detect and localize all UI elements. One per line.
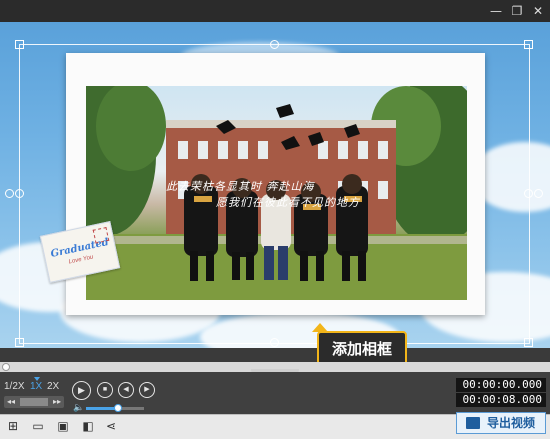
total-time: 00:00:08.000 (456, 393, 546, 407)
save-icon[interactable]: ▣ (56, 419, 70, 433)
resize-handle-right[interactable] (524, 189, 533, 198)
export-video-button[interactable]: 导出视频 (456, 412, 546, 434)
volume-slider[interactable] (86, 404, 144, 412)
previous-frame-icon[interactable]: ◀ (118, 382, 134, 398)
save-as-icon[interactable]: ◧ (81, 419, 95, 433)
resize-handle-right-outer[interactable] (534, 189, 543, 198)
stop-icon[interactable]: ■ (97, 382, 113, 398)
frame-stepper[interactable]: ◂◂ ▸▸ (4, 396, 64, 408)
new-project-icon[interactable]: ⊞ (6, 419, 20, 433)
open-folder-icon[interactable]: ▭ (31, 419, 45, 433)
resize-handle-left[interactable] (15, 189, 24, 198)
export-label: 导出视频 (487, 416, 536, 430)
speed-half[interactable]: 1/2X (4, 381, 25, 392)
resize-handle-bottom-left[interactable] (15, 338, 24, 347)
volume-icon[interactable]: 🔈 (73, 403, 84, 413)
minimize-icon[interactable]: — (488, 3, 504, 19)
next-frame-icon[interactable]: ▶ (139, 382, 155, 398)
current-time: 00:00:00.000 (456, 378, 546, 392)
resize-handle-top-right[interactable] (524, 40, 533, 49)
resize-handle-top[interactable] (270, 40, 279, 49)
title-bar: — ❐ ✕ (0, 0, 550, 22)
selection-box (19, 44, 530, 344)
play-icon[interactable]: ▶ (72, 381, 91, 400)
speed-normal[interactable]: 1X (30, 381, 42, 392)
step-forward-icon[interactable]: ▸▸ (53, 396, 61, 408)
step-slider[interactable] (20, 398, 48, 406)
resize-handle-top-left[interactable] (15, 40, 24, 49)
speed-double[interactable]: 2X (47, 381, 59, 392)
volume-knob[interactable] (113, 404, 122, 412)
close-icon[interactable]: ✕ (530, 3, 546, 19)
resize-handle-left-outer[interactable] (5, 189, 14, 198)
timeline-playhead[interactable] (2, 363, 10, 371)
step-back-icon[interactable]: ◂◂ (7, 396, 15, 408)
resize-handle-bottom[interactable] (270, 338, 279, 347)
resize-handle-bottom-right[interactable] (524, 338, 533, 347)
speed-selected-marker (34, 377, 40, 381)
restore-icon[interactable]: ❐ (509, 3, 525, 19)
export-icon (466, 417, 480, 429)
share-icon[interactable]: ⋖ (104, 419, 118, 433)
